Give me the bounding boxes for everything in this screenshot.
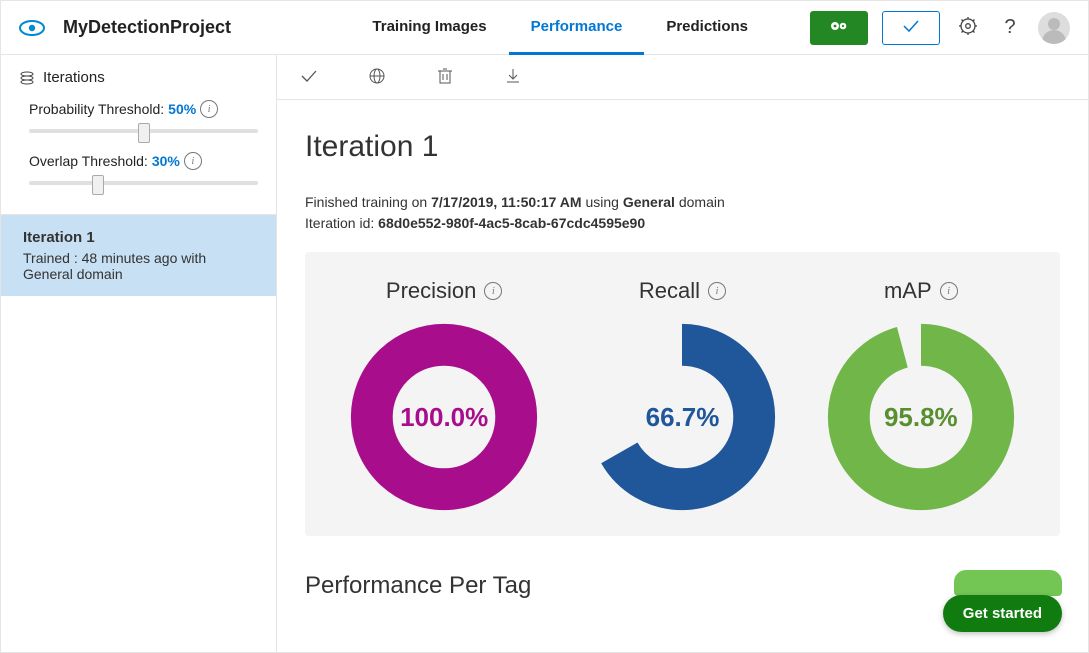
check-icon <box>902 19 920 36</box>
overlap-threshold-value: 30% <box>152 153 180 169</box>
get-started-shadow <box>954 570 1062 596</box>
precision-value: 100.0% <box>349 322 539 512</box>
precision-chart: 100.0% <box>349 322 539 512</box>
metric-precision: Precision i 100.0% <box>334 278 554 512</box>
recall-chart: 66.7% <box>587 322 777 512</box>
help-button[interactable]: ? <box>996 14 1024 42</box>
metrics-panel: Precisioni 100.0% Recalli 66.7% <box>305 252 1060 536</box>
trash-icon <box>437 67 453 88</box>
check-icon <box>300 69 318 86</box>
project-title: MyDetectionProject <box>63 17 231 38</box>
metric-map: mAP i 95.8% <box>811 278 1031 512</box>
info-icon[interactable]: i <box>708 282 726 300</box>
map-label: mAP <box>884 278 932 304</box>
download-icon <box>505 67 521 88</box>
info-icon[interactable]: i <box>200 100 218 118</box>
tab-performance[interactable]: Performance <box>509 1 645 55</box>
performance-per-tag-title: Performance Per Tag <box>305 572 1060 600</box>
main-tabs: Training Images Performance Predictions <box>350 1 770 55</box>
recall-label: Recall <box>639 278 700 304</box>
header: MyDetectionProject Training Images Perfo… <box>1 1 1088 55</box>
map-chart: 95.8% <box>826 322 1016 512</box>
sidebar: Iterations Probability Threshold: 50% i … <box>1 55 277 652</box>
probability-threshold-slider[interactable] <box>29 120 258 140</box>
training-info: Finished training on 7/17/2019, 11:50:17… <box>305 192 1060 234</box>
iterations-icon <box>19 70 35 86</box>
get-started-button[interactable]: Get started <box>943 595 1062 632</box>
header-actions: ? <box>810 11 1070 45</box>
quick-test-button[interactable] <box>882 11 940 45</box>
app-logo-icon <box>19 19 45 37</box>
tab-predictions[interactable]: Predictions <box>644 1 770 55</box>
map-value: 95.8% <box>826 322 1016 512</box>
delete-button[interactable] <box>435 67 455 87</box>
iteration-toolbar <box>277 55 1088 100</box>
mark-default-button[interactable] <box>299 67 319 87</box>
iteration-item[interactable]: Iteration 1 Trained : 48 minutes ago wit… <box>1 215 276 296</box>
globe-icon <box>368 67 386 88</box>
train-button[interactable] <box>810 11 868 45</box>
iteration-title: Iteration 1 <box>305 130 1060 164</box>
precision-label: Precision <box>386 278 476 304</box>
publish-button[interactable] <box>367 67 387 87</box>
iteration-name: Iteration 1 <box>23 229 254 246</box>
settings-button[interactable] <box>954 14 982 42</box>
tab-training-images[interactable]: Training Images <box>350 1 508 55</box>
iterations-label: Iterations <box>43 69 105 86</box>
user-avatar[interactable] <box>1038 12 1070 44</box>
probability-threshold-value: 50% <box>168 101 196 117</box>
gears-icon <box>828 18 850 37</box>
info-icon[interactable]: i <box>184 152 202 170</box>
iterations-header: Iterations <box>1 55 276 100</box>
export-button[interactable] <box>503 67 523 87</box>
iteration-subtitle: Trained : 48 minutes ago with General do… <box>23 250 254 282</box>
metric-recall: Recalli 66.7% <box>572 278 792 512</box>
probability-threshold: Probability Threshold: 50% i <box>29 100 258 140</box>
overlap-threshold: Overlap Threshold: 30% i <box>29 152 258 192</box>
info-icon[interactable]: i <box>940 282 958 300</box>
probability-threshold-label: Probability Threshold: <box>29 101 164 117</box>
overlap-threshold-slider[interactable] <box>29 172 258 192</box>
overlap-threshold-label: Overlap Threshold: <box>29 153 148 169</box>
gear-icon <box>958 16 978 39</box>
info-icon[interactable]: i <box>484 282 502 300</box>
help-icon: ? <box>1004 16 1015 39</box>
main-panel: Iteration 1 Finished training on 7/17/20… <box>277 55 1088 652</box>
recall-value: 66.7% <box>587 322 777 512</box>
